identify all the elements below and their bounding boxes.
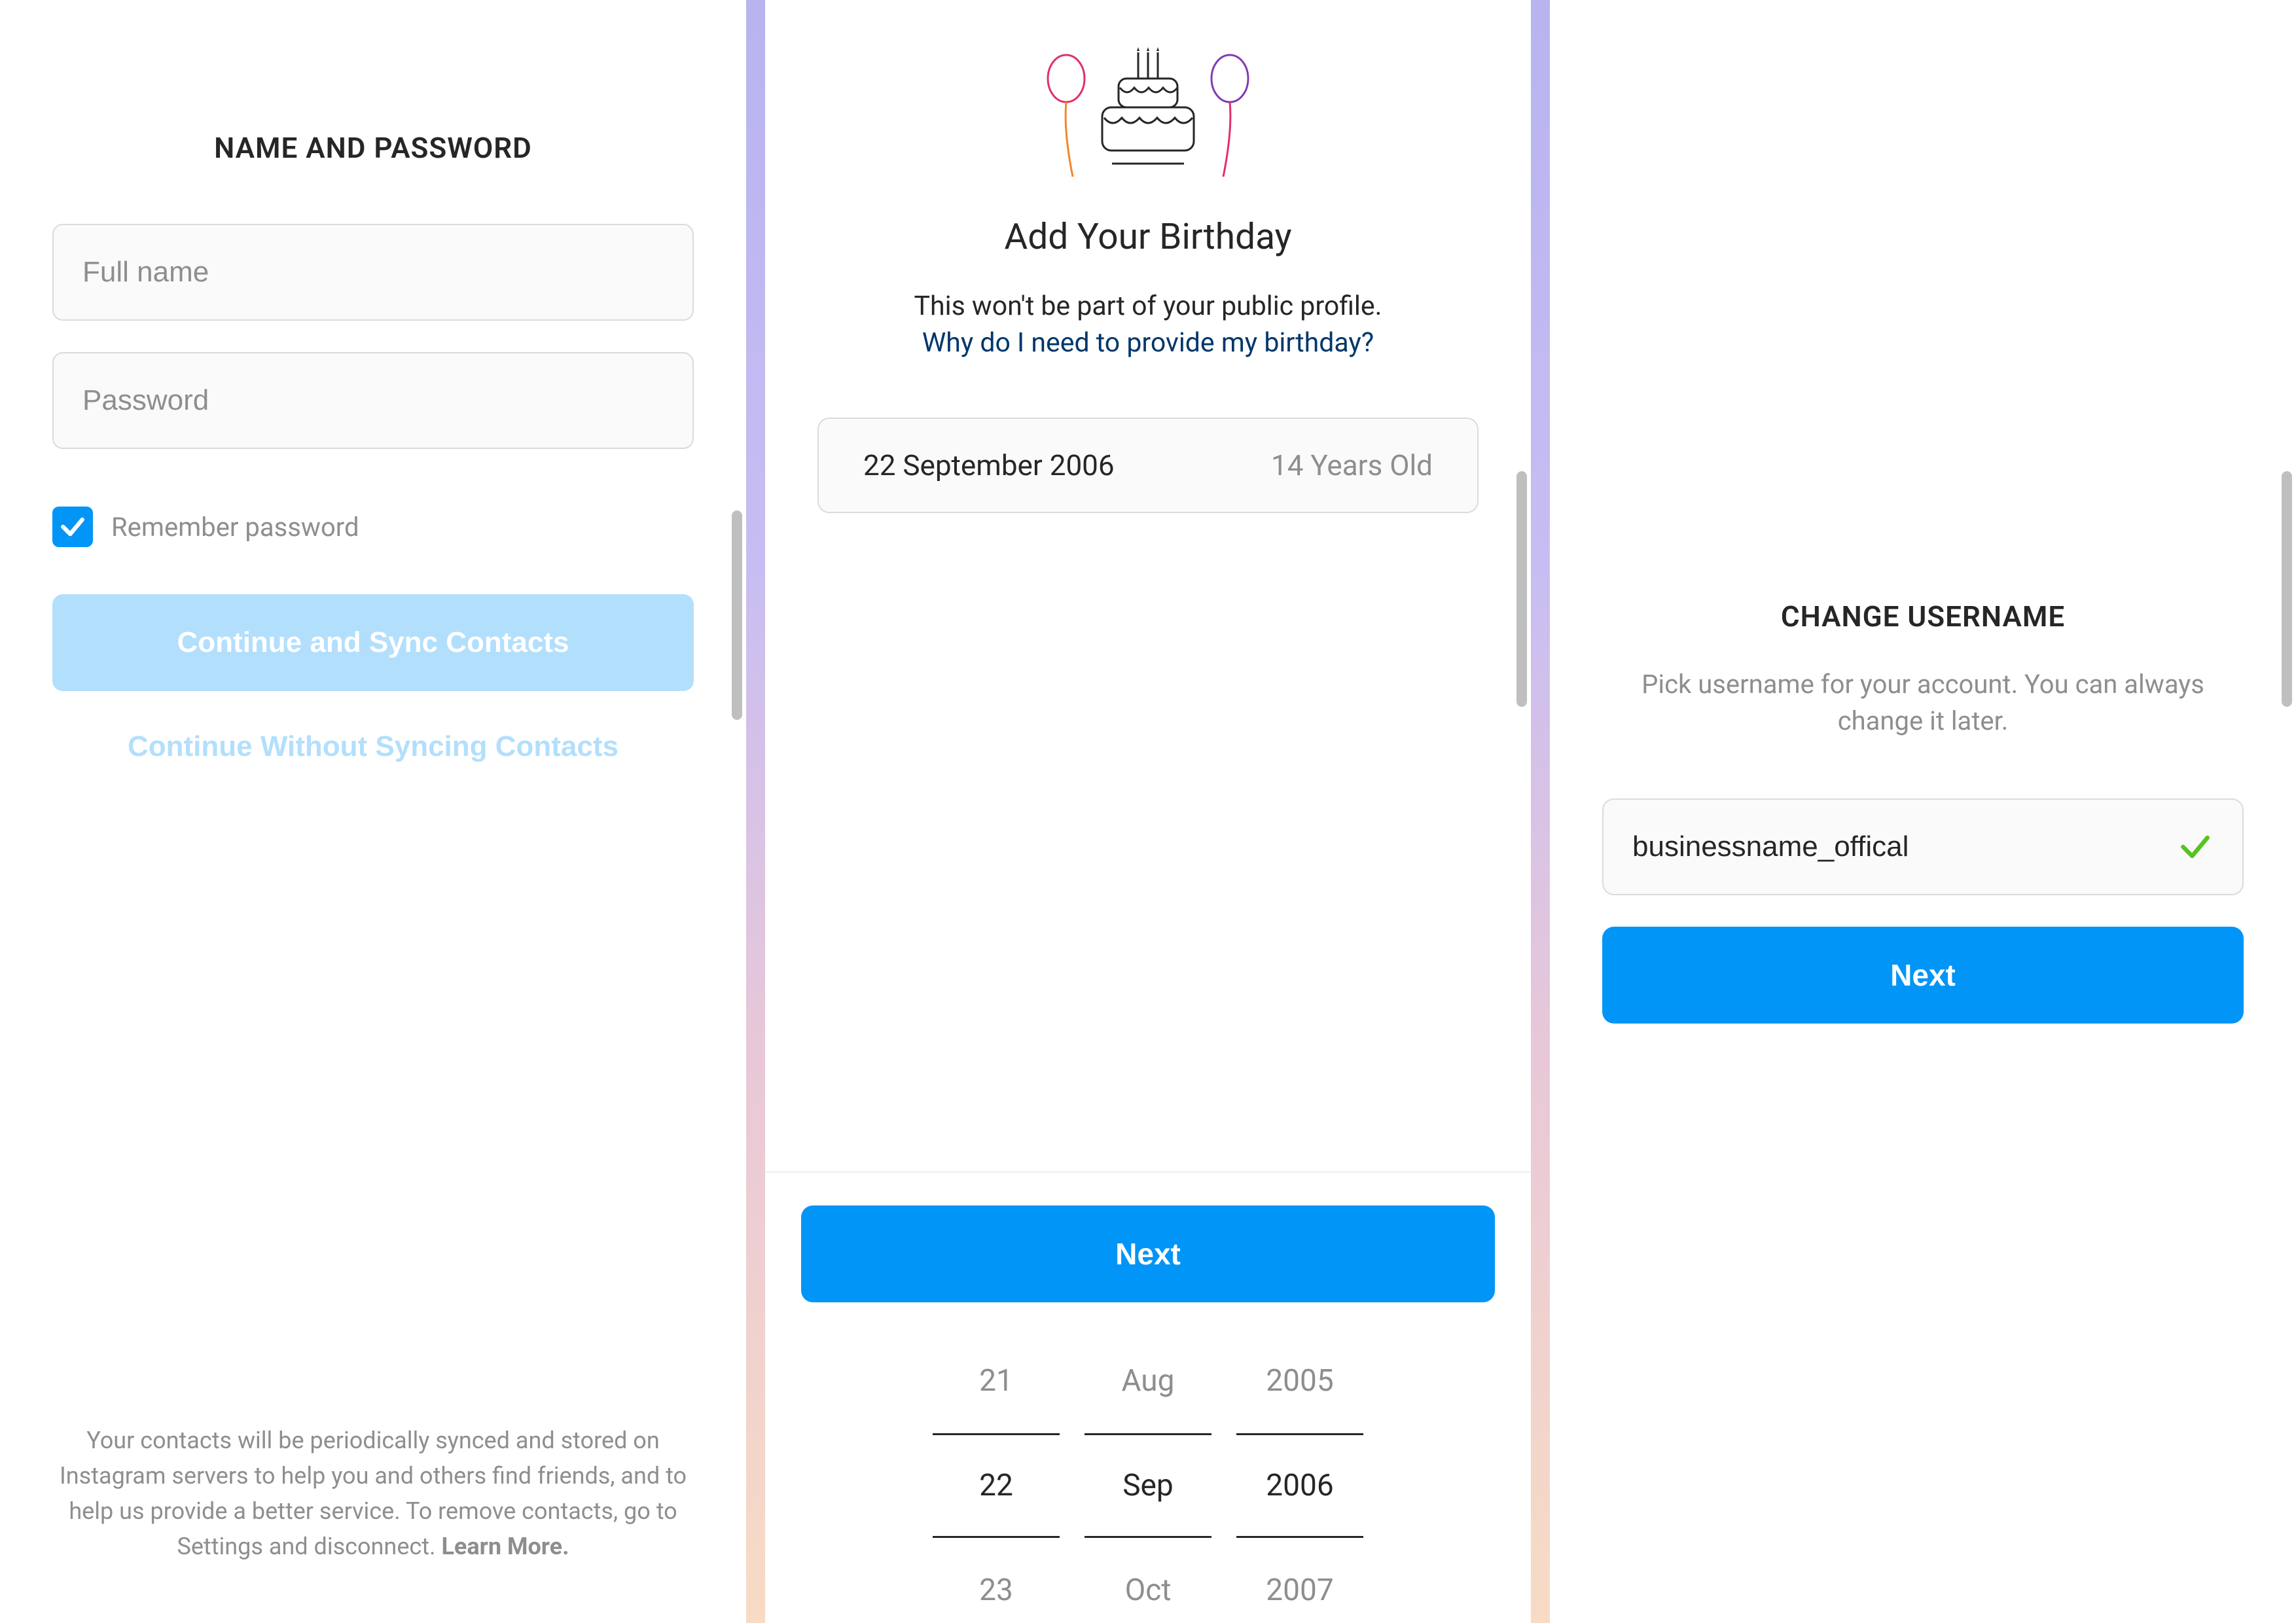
year-prev[interactable]: 2005 (1236, 1348, 1363, 1414)
name-password-heading: NAME AND PASSWORD (214, 131, 532, 165)
year-selected[interactable]: 2006 (1236, 1433, 1363, 1538)
birthday-cake-icon (1040, 46, 1256, 190)
name-password-screen: NAME AND PASSWORD Remember password Cont… (0, 0, 746, 1623)
continue-sync-button[interactable]: Continue and Sync Contacts (52, 594, 694, 691)
birthday-age-value: 14 Years Old (1271, 448, 1433, 482)
scrollbar-thumb[interactable] (2282, 471, 2292, 707)
month-picker-column[interactable]: Aug Sep Oct (1085, 1348, 1211, 1623)
birthday-date-field[interactable]: 22 September 2006 14 Years Old (817, 418, 1479, 513)
learn-more-link[interactable]: Learn More. (441, 1533, 569, 1560)
valid-check-icon (2177, 829, 2214, 865)
birthday-date-value: 22 September 2006 (863, 448, 1115, 482)
date-picker[interactable]: 21 22 23 Aug Sep Oct 2005 2006 2007 (933, 1348, 1363, 1623)
change-username-subtext: Pick username for your account. You can … (1602, 666, 2244, 740)
gradient-bar (1531, 0, 1550, 1623)
year-next[interactable]: 2007 (1236, 1558, 1363, 1623)
birthday-subtext: This won't be part of your public profil… (914, 291, 1382, 322)
username-input[interactable] (1632, 830, 2177, 863)
day-next[interactable]: 23 (933, 1558, 1060, 1623)
day-picker-column[interactable]: 21 22 23 (933, 1348, 1060, 1623)
password-input[interactable] (52, 352, 694, 449)
birthday-next-button[interactable]: Next (801, 1205, 1495, 1302)
day-prev[interactable]: 21 (933, 1348, 1060, 1414)
year-picker-column[interactable]: 2005 2006 2007 (1236, 1348, 1363, 1623)
continue-nosync-button[interactable]: Continue Without Syncing Contacts (128, 730, 619, 763)
contacts-disclosure-text: Your contacts will be periodically synce… (60, 1427, 687, 1560)
birthday-screen: Add Your Birthday This won't be part of … (765, 0, 1531, 1623)
username-field-wrap[interactable] (1602, 798, 2244, 895)
remember-password-checkbox[interactable] (52, 507, 93, 547)
month-prev[interactable]: Aug (1085, 1348, 1211, 1414)
month-selected[interactable]: Sep (1085, 1433, 1211, 1538)
contacts-disclosure: Your contacts will be periodically synce… (0, 1423, 746, 1623)
scrollbar-thumb[interactable] (1516, 471, 1527, 707)
month-next[interactable]: Oct (1085, 1558, 1211, 1623)
birthday-bottom-panel: Next 21 22 23 Aug Sep Oct 2005 2006 2007 (765, 1171, 1531, 1623)
username-next-button[interactable]: Next (1602, 927, 2244, 1024)
fullname-input[interactable] (52, 224, 694, 321)
change-username-heading: CHANGE USERNAME (1781, 599, 2065, 633)
birthday-why-link[interactable]: Why do I need to provide my birthday? (922, 327, 1374, 359)
scrollbar-thumb[interactable] (732, 510, 742, 720)
birthday-heading: Add Your Birthday (1004, 216, 1291, 258)
remember-password-row[interactable]: Remember password (52, 507, 694, 547)
day-selected[interactable]: 22 (933, 1433, 1060, 1538)
remember-password-label: Remember password (111, 512, 359, 543)
gradient-bar (746, 0, 765, 1623)
checkmark-icon (58, 512, 87, 541)
change-username-screen: CHANGE USERNAME Pick username for your a… (1550, 0, 2296, 1623)
